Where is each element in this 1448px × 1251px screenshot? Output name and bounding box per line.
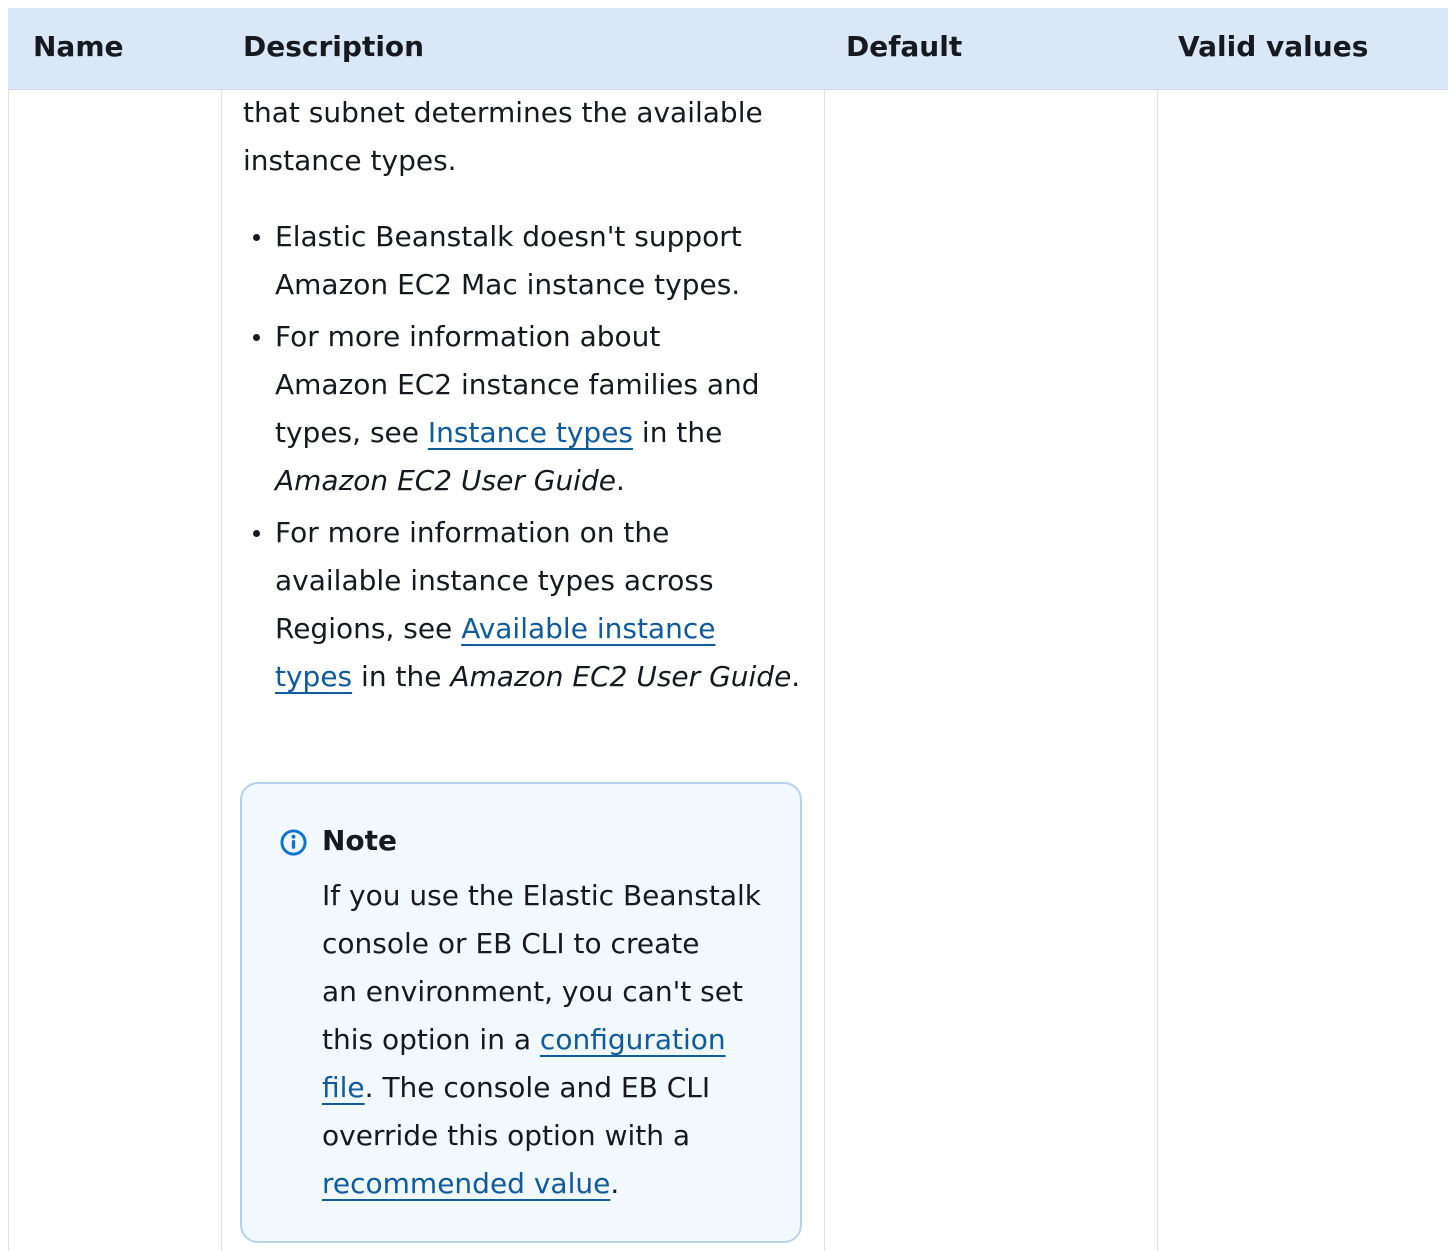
note-body: If you use the Elastic Beanstalk console…	[322, 872, 792, 1208]
text-span: in the	[352, 660, 451, 693]
text-span: .	[791, 660, 801, 693]
note-line: console or EB CLI to create	[322, 927, 700, 960]
text-span: .	[610, 1167, 620, 1200]
available-instance-types-link-cont[interactable]: types	[275, 660, 352, 693]
note-line: If you use the Elastic Beanstalk	[322, 879, 762, 912]
bullet-text: types in the Amazon EC2 User Guide.	[275, 653, 813, 701]
text-span: types, see	[275, 416, 428, 449]
text-span: this option in a	[322, 1023, 540, 1056]
header-valid-values: Valid values	[1178, 30, 1369, 63]
note-line: recommended value.	[322, 1160, 792, 1208]
intro-line: instance types.	[243, 144, 457, 177]
bullet-text: Amazon EC2 instance families and	[275, 368, 760, 401]
intro-line: that subnet determines the available	[243, 96, 763, 129]
note-line: this option in a configuration	[322, 1016, 792, 1064]
bullet-text: For more information about	[275, 320, 661, 353]
note-line: an environment, you can't set	[322, 975, 743, 1008]
guide-title: Amazon EC2 User Guide	[450, 660, 792, 693]
text-span: . The console and EB CLI	[364, 1071, 711, 1104]
column-divider	[8, 8, 9, 1251]
column-divider	[824, 8, 825, 1251]
list-item: Elastic Beanstalk doesn't support Amazon…	[243, 213, 813, 309]
note-title: Note	[322, 824, 398, 857]
note-line: file. The console and EB CLI	[322, 1064, 792, 1112]
list-item: For more information about Amazon EC2 in…	[243, 313, 813, 505]
column-divider	[1157, 8, 1158, 1251]
configuration-file-link-cont[interactable]: file	[322, 1071, 365, 1104]
bullet-text: For more information on the	[275, 516, 670, 549]
guide-title: Amazon EC2 User Guide	[275, 464, 616, 497]
column-divider	[221, 8, 222, 1251]
recommended-value-link[interactable]: recommended value	[322, 1167, 610, 1200]
bullet-icon	[253, 234, 260, 241]
bullet-text: Amazon EC2 Mac instance types.	[275, 268, 741, 301]
table-header-row: Name Description Default Valid values	[8, 8, 1448, 90]
header-name: Name	[33, 30, 124, 63]
header-default: Default	[846, 30, 963, 63]
bullet-text: Amazon EC2 User Guide.	[275, 457, 813, 505]
text-span: Regions, see	[275, 612, 462, 645]
bullet-icon	[253, 334, 260, 341]
bullet-text: Elastic Beanstalk doesn't support	[275, 220, 742, 253]
info-icon	[280, 829, 307, 856]
note-callout: Note If you use the Elastic Beanstalk co…	[240, 782, 802, 1243]
configuration-file-link[interactable]: configuration	[540, 1023, 726, 1056]
text-span: in the	[633, 416, 723, 449]
description-cell: that subnet determines the available ins…	[243, 89, 813, 701]
bullet-icon	[253, 530, 260, 537]
list-item: For more information on the available in…	[243, 509, 813, 701]
note-line: override this option with a	[322, 1119, 691, 1152]
bullet-text: Regions, see Available instance	[275, 605, 813, 653]
bullet-text: available instance types across	[275, 564, 714, 597]
header-description: Description	[243, 30, 425, 63]
bullet-text: types, see Instance types in the	[275, 409, 813, 457]
text-span: .	[615, 464, 625, 497]
bullet-list: Elastic Beanstalk doesn't support Amazon…	[243, 213, 813, 701]
options-table-page: Name Description Default Valid values th…	[0, 0, 1448, 1251]
description-intro: that subnet determines the available ins…	[243, 89, 813, 185]
instance-types-link[interactable]: Instance types	[428, 416, 633, 449]
available-instance-types-link[interactable]: Available instance	[461, 612, 715, 645]
